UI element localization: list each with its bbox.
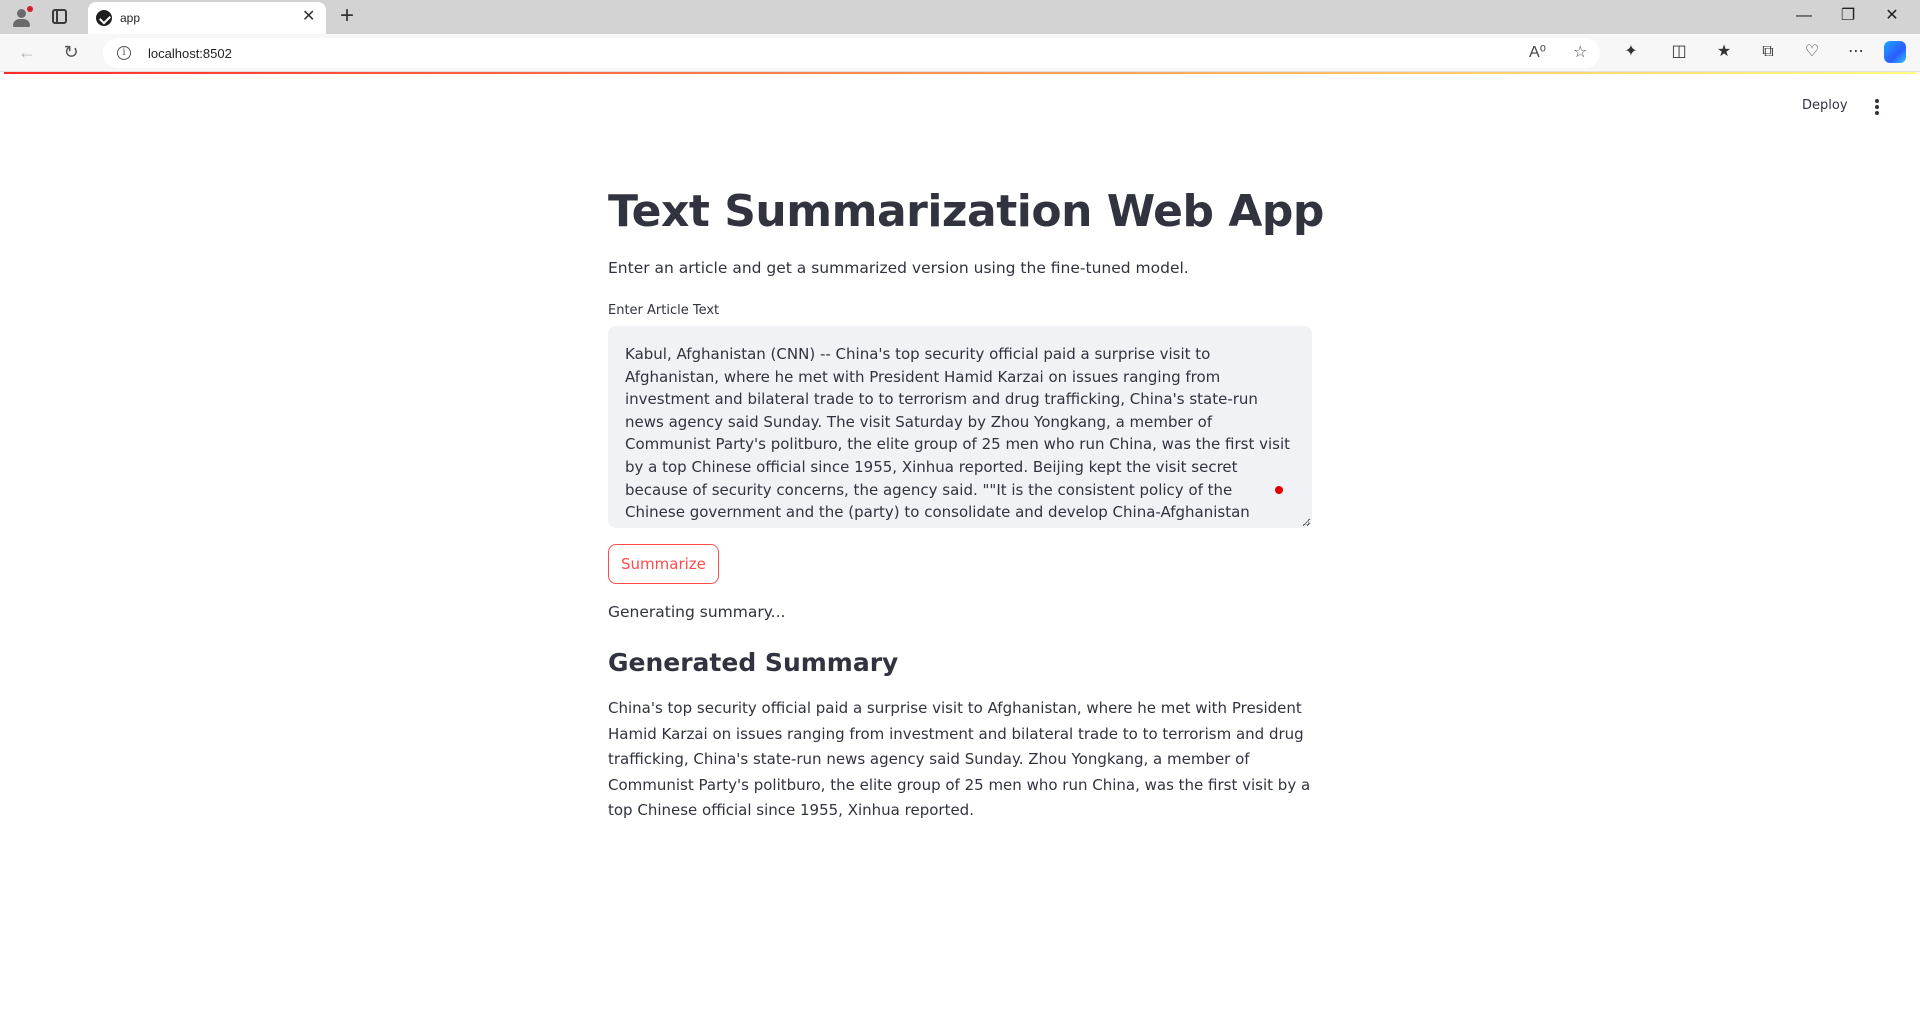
kebab-menu-icon[interactable]	[1874, 99, 1880, 115]
cursor-indicator	[1275, 486, 1283, 494]
summarize-button[interactable]: Summarize	[608, 544, 719, 584]
refresh-icon[interactable]: ↻	[58, 41, 84, 63]
page-description: Enter an article and get a summarized ve…	[608, 259, 1189, 277]
browser-tab-bar: app ✕ + — ❐ ✕	[0, 0, 1920, 34]
app-favicon	[96, 10, 112, 26]
copilot-icon[interactable]	[1884, 41, 1906, 63]
status-text: Generating summary...	[608, 603, 786, 621]
tab-title: app	[120, 11, 141, 25]
resize-handle-icon[interactable]	[1303, 519, 1309, 525]
back-icon[interactable]: ←	[14, 41, 40, 63]
close-tab-icon[interactable]: ✕	[302, 8, 315, 26]
address-bar[interactable]: i localhost:8502 A⁰ ☆	[103, 38, 1600, 68]
summary-text: China's top security official paid a sur…	[608, 699, 1311, 819]
restore-icon[interactable]: ❐	[1826, 6, 1870, 26]
header-decoration	[4, 72, 1916, 74]
favorite-star-icon[interactable]: ☆	[1573, 43, 1587, 63]
app-viewport: Deploy Text Summarization Web App Enter …	[4, 72, 1916, 1026]
extensions-icon[interactable]: ✦	[1619, 42, 1643, 62]
new-tab-button[interactable]: +	[340, 3, 354, 29]
article-input-label: Enter Article Text	[608, 303, 720, 318]
collections-icon[interactable]: ⧉	[1756, 42, 1780, 62]
article-text[interactable]: Kabul, Afghanistan (CNN) -- China's top …	[625, 343, 1295, 527]
article-textarea[interactable]: Kabul, Afghanistan (CNN) -- China's top …	[608, 326, 1312, 528]
split-screen-icon[interactable]: ◫	[1667, 42, 1691, 62]
browser-tab[interactable]: app ✕	[88, 2, 326, 34]
summary-heading: Generated Summary	[608, 648, 899, 677]
browser-essentials-icon[interactable]: ♡	[1800, 42, 1824, 62]
deploy-button[interactable]: Deploy	[1802, 98, 1848, 113]
page-title: Text Summarization Web App	[608, 186, 1324, 237]
favorites-icon[interactable]: ★	[1712, 42, 1736, 62]
close-window-icon[interactable]: ✕	[1870, 6, 1914, 26]
browser-toolbar: ← ↻ i localhost:8502 A⁰ ☆ ✦ ◫ ★ ⧉ ♡ ⋯	[0, 34, 1920, 72]
read-aloud-icon[interactable]: A⁰	[1529, 43, 1546, 63]
tab-actions-icon[interactable]	[52, 9, 67, 24]
more-icon[interactable]: ⋯	[1844, 42, 1868, 62]
site-info-icon[interactable]: i	[117, 46, 131, 60]
url-text[interactable]: localhost:8502	[148, 46, 232, 61]
profile-icon[interactable]	[10, 6, 34, 28]
minimize-icon[interactable]: —	[1782, 6, 1826, 26]
